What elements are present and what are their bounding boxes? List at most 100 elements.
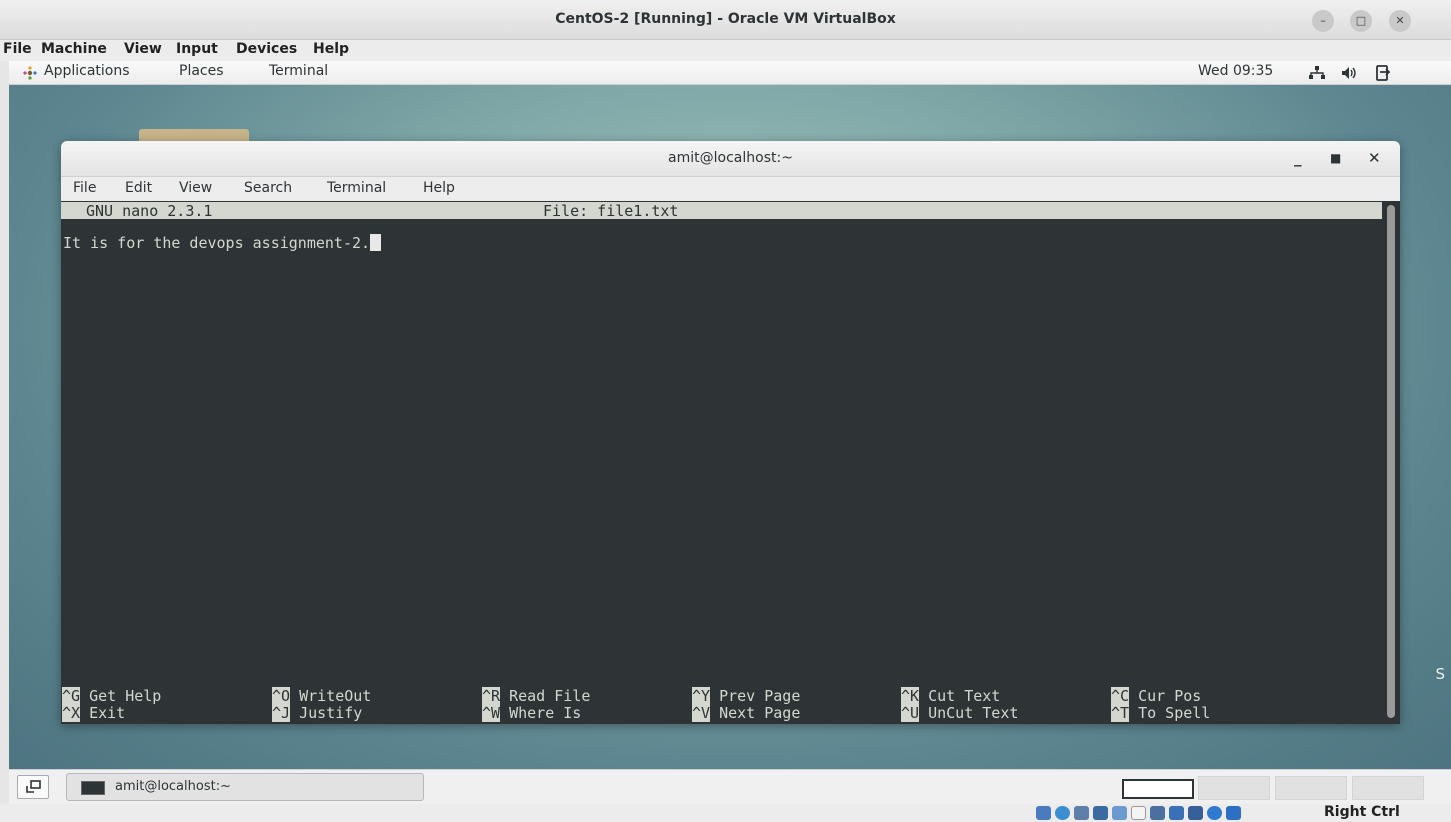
shortcut-label: Cut Text	[928, 687, 1001, 705]
vbox-menu-view[interactable]: View	[124, 41, 162, 57]
shortcut-label: Where Is	[509, 704, 582, 722]
nano-editor[interactable]: GNU nano 2.3.1 File: file1.txt It is for…	[61, 201, 1382, 724]
shortcut-label: Prev Page	[719, 687, 801, 705]
terminal-close-icon[interactable]: ✕	[1368, 149, 1381, 167]
shortcut-label: To Spell	[1138, 704, 1211, 722]
nano-filename: File: file1.txt	[543, 202, 679, 220]
terminal-menu-view[interactable]: View	[179, 180, 212, 196]
close-icon[interactable]: ✕	[1389, 10, 1411, 32]
vbox-window-title: CentOS-2 [Running] - Oracle VM VirtualBo…	[555, 11, 896, 27]
workspace-4[interactable]	[1352, 776, 1424, 800]
shortcut-cut-text: ^K Cut Text	[901, 687, 1000, 705]
audio-icon[interactable]	[1074, 806, 1089, 820]
show-desktop-icon	[26, 780, 41, 793]
taskbar-item-label: amit@localhost:~	[115, 779, 231, 794]
terminal-titlebar[interactable]: amit@localhost:~ _ ■ ✕	[61, 141, 1400, 177]
shortcut-cur-pos: ^C Cur Pos	[1111, 687, 1201, 705]
text-cursor	[370, 234, 382, 251]
vbox-menu-machine[interactable]: Machine	[41, 41, 107, 57]
vbox-menu-file[interactable]: File	[3, 41, 32, 57]
clock[interactable]: Wed 09:35	[1198, 63, 1273, 79]
shortcut-key: ^T	[1111, 704, 1130, 722]
workspace-3[interactable]	[1275, 776, 1347, 800]
terminal-menu-edit[interactable]: Edit	[125, 180, 152, 196]
applications-menu[interactable]: Applications	[44, 63, 130, 79]
maximize-icon[interactable]: □	[1350, 10, 1372, 32]
shortcut-key: ^C	[1111, 687, 1130, 705]
terminal-window: amit@localhost:~ _ ■ ✕ File Edit View Se…	[61, 141, 1400, 724]
shortcut-label: Justify	[299, 704, 363, 722]
show-desktop-button[interactable]	[17, 775, 49, 799]
video-capture-icon[interactable]	[1169, 806, 1184, 820]
vbox-menu-help[interactable]: Help	[313, 41, 349, 57]
minimize-icon[interactable]: –	[1312, 10, 1334, 32]
nano-version: GNU nano 2.3.1	[86, 202, 213, 220]
shortcut-key: ^G	[62, 687, 81, 705]
terminal-menu[interactable]: Terminal	[269, 63, 328, 79]
power-menu-icon[interactable]	[1375, 64, 1391, 82]
terminal-scrollbar[interactable]	[1382, 201, 1400, 724]
shortcut-key: ^O	[272, 687, 291, 705]
shortcut-key: ^U	[901, 704, 920, 722]
shortcut-key: ^W	[482, 704, 501, 722]
terminal-menu-search[interactable]: Search	[244, 180, 292, 196]
nano-header-bar: GNU nano 2.3.1 File: file1.txt	[61, 202, 1382, 220]
shared-folders-icon[interactable]	[1131, 806, 1146, 820]
shortcut-exit: ^X Exit	[62, 704, 125, 722]
scrollbar-thumb[interactable]	[1387, 205, 1395, 718]
nano-text-area[interactable]: It is for the devops assignment-2.	[63, 234, 382, 252]
shortcut-uncut-text: ^U UnCut Text	[901, 704, 1018, 722]
hard-disk-icon[interactable]	[1036, 806, 1051, 820]
workspace-2[interactable]	[1198, 776, 1270, 800]
keyboard-capture-icon[interactable]	[1226, 806, 1241, 820]
shortcut-key: ^K	[901, 687, 920, 705]
optical-drive-icon[interactable]	[1055, 806, 1070, 820]
shortcut-writeout: ^O WriteOut	[272, 687, 371, 705]
terminal-menu-file[interactable]: File	[73, 180, 96, 196]
shortcut-justify: ^J Justify	[272, 704, 362, 722]
gnome-top-panel: Applications Places Terminal Wed 09:35	[9, 61, 1451, 85]
desktop-watermark: S	[1435, 665, 1449, 683]
vbox-menubar: File Machine View Input Devices Help	[0, 40, 1451, 61]
shortcut-get-help: ^G Get Help	[62, 687, 161, 705]
file-content-line: It is for the devops assignment-2.	[63, 234, 371, 252]
vbox-menu-devices[interactable]: Devices	[236, 41, 297, 57]
terminal-menu-help[interactable]: Help	[423, 180, 455, 196]
shortcut-label: Exit	[89, 704, 126, 722]
shortcut-read-file: ^R Read File	[482, 687, 590, 705]
usb-icon[interactable]	[1112, 806, 1127, 820]
terminal-maximize-icon[interactable]: ■	[1330, 151, 1341, 165]
shortcut-key: ^V	[692, 704, 711, 722]
volume-icon[interactable]	[1341, 66, 1359, 80]
shortcut-label: WriteOut	[299, 687, 372, 705]
taskbar-item-terminal[interactable]: amit@localhost:~	[66, 773, 424, 801]
shortcut-label: Next Page	[719, 704, 801, 722]
shortcut-key: ^X	[62, 704, 81, 722]
vbox-menu-input[interactable]: Input	[176, 41, 218, 57]
host-key-label[interactable]: Right Ctrl	[1324, 804, 1400, 820]
shortcut-label: Cur Pos	[1138, 687, 1202, 705]
shortcut-key: ^Y	[692, 687, 711, 705]
mouse-integration-icon[interactable]	[1188, 806, 1203, 820]
terminal-minimize-icon[interactable]: _	[1294, 149, 1302, 167]
shortcut-prev-page: ^Y Prev Page	[692, 687, 800, 705]
guest-taskbar: amit@localhost:~	[9, 769, 1451, 804]
cpu-icon[interactable]	[1207, 806, 1222, 820]
shortcut-key: ^J	[272, 704, 291, 722]
applications-icon	[23, 66, 37, 80]
places-menu[interactable]: Places	[179, 63, 224, 79]
shortcut-key: ^R	[482, 687, 501, 705]
terminal-menu-terminal[interactable]: Terminal	[327, 180, 386, 196]
terminal-menubar: File Edit View Search Terminal Help	[61, 177, 1400, 201]
terminal-icon	[81, 781, 105, 795]
vbox-titlebar: CentOS-2 [Running] - Oracle VM VirtualBo…	[0, 0, 1451, 40]
network-icon[interactable]	[1308, 66, 1326, 80]
workspace-1[interactable]	[1122, 779, 1194, 799]
shortcut-where-is: ^W Where Is	[482, 704, 581, 722]
shortcut-label: Get Help	[89, 687, 162, 705]
shortcut-to-spell: ^T To Spell	[1111, 704, 1210, 722]
network-adapter-icon[interactable]	[1093, 806, 1108, 820]
shortcut-label: UnCut Text	[928, 704, 1019, 722]
shortcut-label: Read File	[509, 687, 591, 705]
display-icon[interactable]	[1150, 806, 1165, 820]
